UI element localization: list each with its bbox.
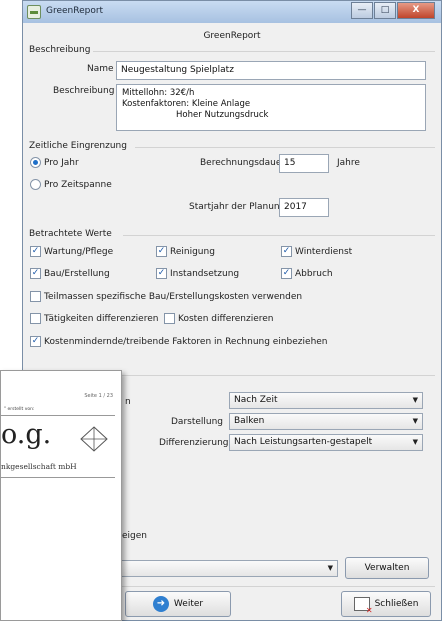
differenzierung-label: Differenzierung [159,438,229,448]
darstellung-label: Darstellung [171,417,224,427]
darstellung-select[interactable]: Balken ▼ [229,413,423,430]
partial-text: eigen [122,531,147,541]
company-logo-text: o.g. [1,419,52,450]
wartung-label: Wartung/Pflege [44,247,114,257]
page-heading: GreenReport [203,31,261,41]
divider [123,235,435,236]
pro-zeitspanne-label: Pro Zeitspanne [44,180,112,190]
winterdienst-checkbox[interactable]: ✓ [281,246,292,257]
description-line: Mittellohn: 32€/h [122,88,195,98]
section-zeitliche-eingrenzung: Zeitliche Eingrenzung [29,141,127,151]
divider [1,477,115,478]
jahre-unit: Jahre [337,158,360,168]
differenzierung-select-value: Nach Leistungsarten-gestapelt [234,437,373,447]
reinigung-label: Reinigung [170,247,215,257]
abbruch-label: Abbruch [295,269,333,279]
divider [1,415,115,416]
taetigkeiten-label: Tätigkeiten differenzieren [44,314,159,324]
section-beschreibung: Beschreibung [29,45,91,55]
auswertung-select-value: Nach Zeit [234,395,278,405]
chevron-down-icon: ▼ [327,564,333,572]
close-icon [353,597,373,615]
teilmassen-label: Teilmassen spezifische Bau/Erstellungsko… [44,292,303,302]
bau-label: Bau/Erstellung [44,269,110,279]
weiter-label: Weiter [173,599,204,609]
startjahr-input[interactable]: 2017 [279,198,329,217]
berechnungsdauer-input[interactable]: 15 [279,154,329,173]
page-number: Seite 1 / 23 [84,393,113,399]
minimize-button[interactable]: — [351,2,373,19]
abbruch-checkbox[interactable]: ✓ [281,268,292,279]
window-title: GreenReport [46,6,104,16]
berechnungsdauer-label: Berechnungsdauer [200,158,286,168]
arrow-right-icon: ➜ [152,596,169,612]
kostenmindernd-label: Kostenmindernde/treibende Faktoren in Re… [44,337,328,347]
description-line: Hoher Nutzungsdruck [122,110,269,120]
close-window-button[interactable]: X [397,2,435,19]
reinigung-checkbox[interactable]: ✓ [156,246,167,257]
pro-jahr-label: Pro Jahr [44,158,79,168]
pro-jahr-radio[interactable] [30,157,41,168]
winterdienst-label: Winterdienst [295,247,353,257]
instandsetzung-checkbox[interactable]: ✓ [156,268,167,279]
auswertung-select[interactable]: Nach Zeit ▼ [229,392,423,409]
darstellung-select-value: Balken [234,416,265,426]
kosten-differenzieren-label: Kosten differenzieren [178,314,274,324]
report-preview-image: Seite 1 / 23 " erstellt von: o.g. nkgese… [0,370,122,621]
schliessen-button[interactable]: Schließen [341,591,431,617]
chevron-down-icon: ▼ [412,396,418,404]
title-bar[interactable]: GreenReport — □ X [23,1,441,23]
taetigkeiten-checkbox[interactable] [30,313,41,324]
pro-zeitspanne-radio[interactable] [30,179,41,190]
differenzierung-select[interactable]: Nach Leistungsarten-gestapelt ▼ [229,434,423,451]
chevron-down-icon: ▼ [412,417,418,425]
wartung-checkbox[interactable]: ✓ [30,246,41,257]
kosten-differenzieren-checkbox[interactable] [164,313,175,324]
app-icon [27,5,41,19]
divider [135,147,435,148]
company-name-text: nkgesellschaft mbH [1,462,77,471]
name-input[interactable]: Neugestaltung Spielplatz [116,61,426,80]
maximize-button[interactable]: □ [374,2,396,19]
name-label: Name [87,64,114,74]
window-controls: — □ X [350,2,435,19]
description-label: Beschreibung [53,86,115,96]
instandsetzung-label: Instandsetzung [170,269,240,279]
partial-label: n [125,397,131,407]
template-select[interactable]: ▼ [121,560,338,577]
logo-mark-icon [80,426,108,452]
description-textarea[interactable]: Mittellohn: 32€/h Kostenfaktoren: Kleine… [116,84,426,131]
teilmassen-checkbox[interactable] [30,291,41,302]
bau-checkbox[interactable]: ✓ [30,268,41,279]
startjahr-label: Startjahr der Planung [189,202,286,212]
section-betrachtete-werte: Betrachtete Werte [29,229,112,239]
prepared-by-text: " erstellt von: [4,407,35,412]
kostenmindernd-checkbox[interactable]: ✓ [30,336,41,347]
divider [93,51,435,52]
description-line: Kostenfaktoren: Kleine Anlage [122,99,251,109]
chevron-down-icon: ▼ [412,438,418,446]
weiter-button[interactable]: ➜ Weiter [125,591,231,617]
schliessen-label: Schließen [374,599,419,609]
verwalten-button[interactable]: Verwalten [345,557,429,579]
